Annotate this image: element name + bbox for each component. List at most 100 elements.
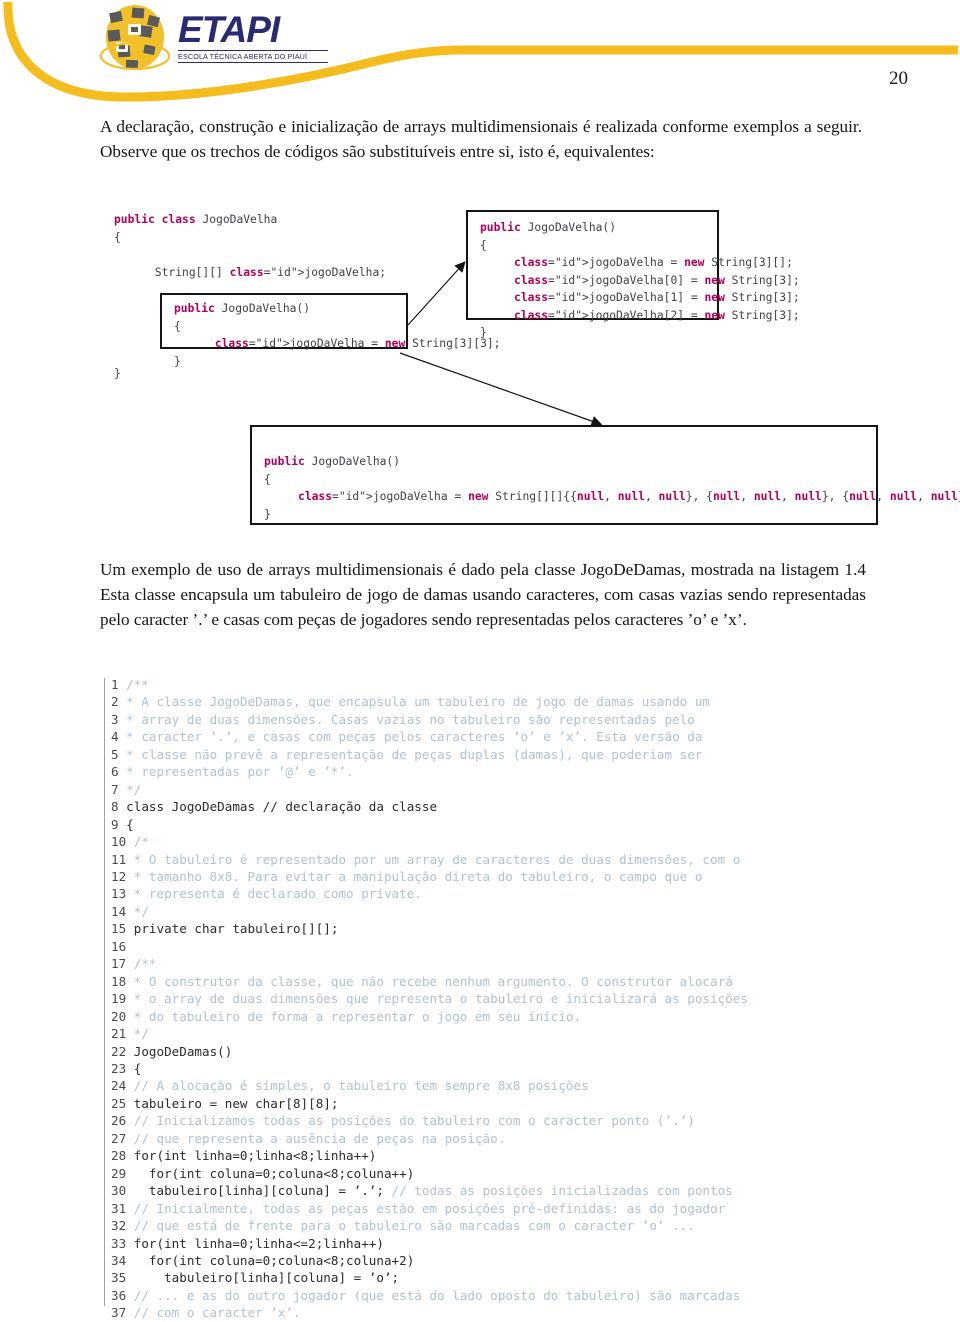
listing-line: 9 { xyxy=(104,816,894,833)
listing-line-text: // A alocação é simples, o tabuleiro tem… xyxy=(133,1078,589,1094)
listing-line-number: 8 xyxy=(111,799,127,815)
listing-line-number: 9 xyxy=(111,816,127,832)
listing-line-number: 31 xyxy=(111,1200,134,1216)
listing-line: 36 // ... e as do outro jogador (que est… xyxy=(104,1287,894,1304)
listing-line-number: 30 xyxy=(111,1183,134,1199)
listing-line-text: * O construtor da classe, que não recebe… xyxy=(133,973,733,989)
listing-line-text: * caracter ’.’, e casas com peças pelos … xyxy=(126,729,703,745)
listing-line: 28 for(int linha=0;linha<8;linha++) xyxy=(104,1147,894,1164)
listing-line-number: 5 xyxy=(111,746,127,762)
listing-line-number: 3 xyxy=(111,711,127,727)
listing-line-number: 27 xyxy=(111,1130,134,1146)
listing-line-text: { xyxy=(133,1060,142,1076)
listing-line-text: /** xyxy=(126,677,149,692)
etapi-logo: ETAPI ESCOLA TÉCNICA ABERTA DO PIAUÍ xyxy=(96,4,331,76)
code-listing: 1 /** 2 * A classe JogoDeDamas, que encap… xyxy=(104,676,894,1322)
listing-line-text: * tamanho 8x8. Para evitar a manipulação… xyxy=(133,868,703,884)
listing-line-text: * classe não prevê a representação de pe… xyxy=(126,746,703,762)
listing-line: 17 /** xyxy=(104,955,894,972)
code-equivalence-diagram: public class JogoDaVelha { String[][] cl… xyxy=(100,205,960,540)
listing-line-number: 18 xyxy=(111,973,134,989)
listing-line-text: * do tabuleiro de forma a representar o … xyxy=(133,1008,582,1024)
listing-line: 21 */ xyxy=(104,1025,894,1042)
listing-line-text: * representa é declarado como private. xyxy=(133,886,422,902)
listing-line-number: 6 xyxy=(111,764,127,780)
listing-line: 35 tabuleiro[linha][coluna] = ’o’; xyxy=(104,1269,894,1286)
listing-line: 32 // que está de frente para o tabuleir… xyxy=(104,1217,894,1234)
listing-line-number: 32 xyxy=(111,1218,134,1234)
listing-line-text: */ xyxy=(133,1026,149,1042)
listing-line-text: for(int linha=0;linha<=2;linha++) xyxy=(133,1235,384,1251)
listing-line-number: 17 xyxy=(111,956,134,972)
listing-line-text: class JogoDeDamas // declaração da class… xyxy=(126,799,438,815)
listing-lines: 1 /** 2 * A classe JogoDeDamas, que encap… xyxy=(104,676,894,1322)
listing-line-text: /** xyxy=(133,956,157,972)
listing-line: 34 for(int coluna=0;coluna<8;coluna+2) xyxy=(104,1252,894,1269)
listing-line: 2 * A classe JogoDeDamas, que encapsula … xyxy=(104,693,894,710)
page-number: 20 xyxy=(889,68,908,89)
damas-paragraph: Um exemplo de uso de arrays multidimensi… xyxy=(100,560,866,629)
listing-line-number: 33 xyxy=(111,1235,134,1251)
listing-line: 33 for(int linha=0;linha<=2;linha++) xyxy=(104,1235,894,1252)
listing-line-number: 37 xyxy=(111,1305,134,1321)
listing-line: 20 * do tabuleiro de forma a representar… xyxy=(104,1008,894,1025)
listing-line-number: 20 xyxy=(111,1008,134,1024)
listing-line: 23 { xyxy=(104,1060,894,1077)
globe-icon xyxy=(99,5,171,71)
listing-line: 18 * O construtor da classe, que não rec… xyxy=(104,973,894,990)
listing-line-text: /* xyxy=(133,834,149,850)
listing-line: 25 tabuleiro = new char[8][8]; xyxy=(104,1095,894,1112)
listing-line-text: for(int linha=0;linha<8;linha++) xyxy=(133,1148,377,1164)
listing-line: 37 // com o caracter ’x’. xyxy=(104,1304,894,1321)
listing-line: 3 * array de duas dimensões. Casas vazia… xyxy=(104,711,894,728)
listing-line-number: 35 xyxy=(111,1270,134,1286)
listing-line: 27 // que representa a ausência de peças… xyxy=(104,1130,894,1147)
listing-line-text: for(int coluna=0;coluna<8;coluna++) xyxy=(133,1165,415,1181)
listing-line-number: 4 xyxy=(111,729,127,745)
listing-line-number: 36 xyxy=(111,1287,134,1303)
listing-line-text: */ xyxy=(126,781,142,797)
listing-line: 19 * o array de duas dimensões que repre… xyxy=(104,990,894,1007)
listing-line: 13 * representa é declarado como private… xyxy=(104,885,894,902)
listing-line-text: tabuleiro[linha][coluna] = ’o’; xyxy=(133,1270,400,1286)
listing-line-text: tabuleiro = new char[8][8]; xyxy=(133,1095,339,1111)
listing-left-rule xyxy=(104,678,105,1306)
listing-line-text: */ xyxy=(133,903,149,919)
listing-line: 1 /** xyxy=(104,676,894,693)
listing-line-number: 29 xyxy=(111,1165,134,1181)
listing-line-trailing-comment: // todas as posições inicializadas com p… xyxy=(383,1183,733,1199)
listing-line-text: { xyxy=(126,816,134,832)
listing-line: 24 // A alocação é simples, o tabuleiro … xyxy=(104,1077,894,1094)
listing-line-number: 23 xyxy=(111,1060,134,1076)
listing-line-number: 14 xyxy=(111,903,134,919)
page-header: ETAPI ESCOLA TÉCNICA ABERTA DO PIAUÍ 20 xyxy=(0,0,960,105)
listing-line-text: // ... e as do outro jogador (que está d… xyxy=(133,1287,741,1303)
intro-paragraph: A declaração, construção e inicialização… xyxy=(100,117,862,161)
listing-line: 8 class JogoDeDamas // declaração da cla… xyxy=(104,798,894,815)
listing-line-text: * o array de duas dimensões que represen… xyxy=(133,991,748,1007)
listing-line: 22 JogoDeDamas() xyxy=(104,1043,894,1060)
logo-subtitle: ESCOLA TÉCNICA ABERTA DO PIAUÍ xyxy=(178,50,328,63)
listing-line: 16 xyxy=(104,938,894,955)
listing-line-number: 13 xyxy=(111,886,134,902)
listing-line-number: 7 xyxy=(111,781,127,797)
listing-line: 5 * classe não prevê a representação de … xyxy=(104,746,894,763)
listing-line-text: // que representa a ausência de peças na… xyxy=(133,1130,506,1146)
listing-line: 6 * representadas por ’@’ e ’*’. xyxy=(104,763,894,780)
listing-line-text: * representadas por ’@’ e ’*’. xyxy=(126,764,354,780)
listing-line-number: 16 xyxy=(111,938,134,954)
listing-line: 14 */ xyxy=(104,903,894,920)
listing-line-text: // com o caracter ’x’. xyxy=(133,1305,301,1321)
listing-line-text: * A classe JogoDeDamas, que encapsula um… xyxy=(126,694,710,710)
listing-line-number: 25 xyxy=(111,1095,134,1111)
listing-line-number: 15 xyxy=(111,921,134,937)
listing-line-number: 21 xyxy=(111,1026,134,1042)
listing-line-text: tabuleiro[linha][coluna] = ’.’; xyxy=(133,1183,384,1199)
listing-line-text: for(int coluna=0;coluna<8;coluna+2) xyxy=(133,1252,415,1268)
listing-line: 10 /* xyxy=(104,833,894,850)
listing-line: 29 for(int coluna=0;coluna<8;coluna++) xyxy=(104,1165,894,1182)
listing-line: 30 tabuleiro[linha][coluna] = ’.’; // to… xyxy=(104,1182,894,1199)
listing-line: 15 private char tabuleiro[][]; xyxy=(104,920,894,937)
listing-line-number: 19 xyxy=(111,991,134,1007)
listing-line-text: * array de duas dimensões. Casas vazias … xyxy=(126,711,695,727)
